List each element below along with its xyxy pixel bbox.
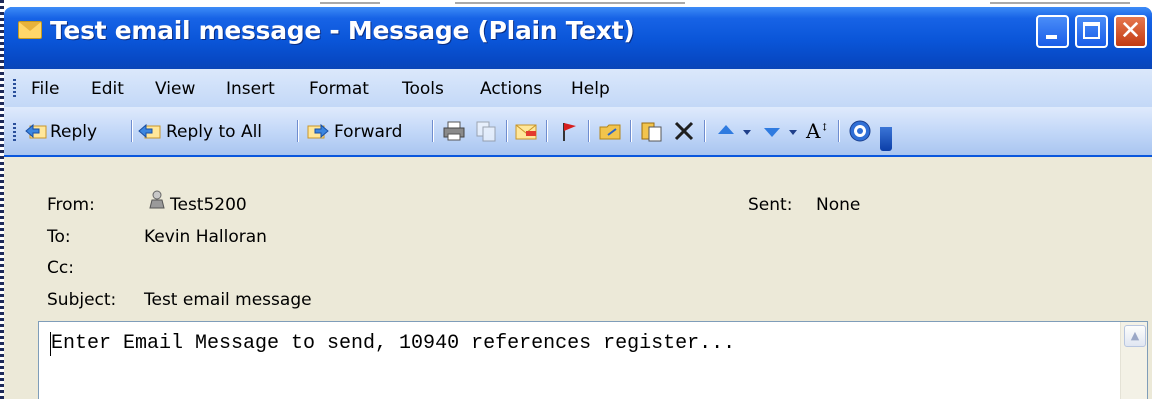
reply-to-all-button[interactable]: Reply to All: [138, 119, 298, 143]
message-body-editor[interactable]: Enter Email Message to send, 10940 refer…: [38, 321, 1148, 399]
cc-label: Cc:: [47, 258, 74, 278]
subject-value: Test email message: [144, 290, 312, 310]
close-icon: ✕: [1119, 16, 1142, 46]
mark-unread-icon[interactable]: [514, 119, 538, 143]
subject-label: Subject:: [47, 290, 117, 310]
desktop-line: [455, 2, 685, 4]
minimize-button[interactable]: [1036, 15, 1069, 48]
menu-edit[interactable]: Edit: [91, 79, 124, 99]
forward-icon: [307, 123, 329, 139]
to-label: To:: [47, 227, 71, 247]
toolbar-separator: [506, 120, 508, 142]
vertical-scrollbar[interactable]: ▲: [1120, 322, 1147, 399]
forward-button[interactable]: Forward: [306, 119, 426, 143]
menu-tools[interactable]: Tools: [402, 79, 444, 99]
font-size-icon[interactable]: A↕: [806, 119, 830, 143]
toolbar-separator: [704, 120, 706, 142]
toolbar-options-icon[interactable]: [880, 127, 892, 151]
reply-to-all-label: Reply to All: [166, 122, 263, 142]
save-icon[interactable]: [640, 119, 664, 143]
toolbar-separator: [546, 120, 548, 142]
message-body-text: Enter Email Message to send, 10940 refer…: [51, 332, 736, 355]
desktop-line: [320, 2, 380, 4]
message-window: Test email message - Message (Plain Text…: [4, 7, 1152, 399]
menu-format[interactable]: Format: [309, 79, 369, 99]
maximize-icon: [1083, 22, 1100, 39]
sent-label: Sent:: [748, 195, 793, 215]
toolbar-separator: [432, 120, 434, 142]
next-item-icon[interactable]: [760, 119, 784, 143]
toolbar-separator: [838, 120, 840, 142]
from-label: From:: [47, 195, 95, 215]
desktop-strip: [0, 0, 1152, 7]
previous-item-icon[interactable]: [714, 119, 738, 143]
window-title: Test email message - Message (Plain Text…: [50, 16, 635, 45]
toolbar-separator: [297, 120, 299, 142]
sent-value: None: [816, 195, 861, 215]
standard-toolbar: Reply Reply to All Forward A↕: [4, 107, 1152, 157]
print-icon[interactable]: [442, 119, 466, 143]
maximize-button[interactable]: [1075, 15, 1108, 48]
menu-view[interactable]: View: [155, 79, 195, 99]
close-button[interactable]: ✕: [1114, 15, 1147, 48]
menu-actions[interactable]: Actions: [480, 79, 542, 99]
reply-icon: [25, 123, 47, 139]
menu-insert[interactable]: Insert: [226, 79, 275, 99]
menu-help[interactable]: Help: [571, 79, 610, 99]
message-body-area: Enter Email Message to send, 10940 refer…: [4, 311, 1152, 399]
chevron-down-icon[interactable]: [740, 119, 754, 143]
reply-button[interactable]: Reply: [24, 119, 124, 143]
menu-bar: File Edit View Insert Format Tools Actio…: [4, 69, 1152, 107]
reply-all-icon: [138, 123, 161, 139]
move-to-folder-icon[interactable]: [598, 119, 622, 143]
copy-icon[interactable]: [474, 119, 498, 143]
menu-grip-handle[interactable]: [13, 79, 16, 97]
toolbar-separator: [131, 120, 133, 142]
from-value[interactable]: Test5200: [170, 195, 247, 215]
flag-icon[interactable]: [556, 119, 580, 143]
delete-icon[interactable]: [672, 119, 696, 143]
minimize-icon: [1046, 35, 1057, 39]
mail-envelope-icon: [18, 21, 42, 39]
desktop-line: [990, 2, 1130, 4]
chevron-down-icon[interactable]: [786, 119, 800, 143]
toolbar-separator: [588, 120, 590, 142]
menu-file[interactable]: File: [31, 79, 59, 99]
message-header: From: Test5200 Sent: None To: Kevin Hall…: [4, 157, 1152, 311]
contact-person-icon: [149, 190, 165, 209]
toolbar-separator: [630, 120, 632, 142]
help-icon[interactable]: [848, 119, 872, 143]
forward-label: Forward: [334, 122, 403, 142]
reply-label: Reply: [50, 122, 98, 142]
scroll-up-icon[interactable]: ▲: [1124, 325, 1146, 347]
to-value[interactable]: Kevin Halloran: [144, 227, 267, 247]
toolbar-grip-handle[interactable]: [13, 123, 16, 143]
title-bar[interactable]: Test email message - Message (Plain Text…: [4, 7, 1152, 69]
